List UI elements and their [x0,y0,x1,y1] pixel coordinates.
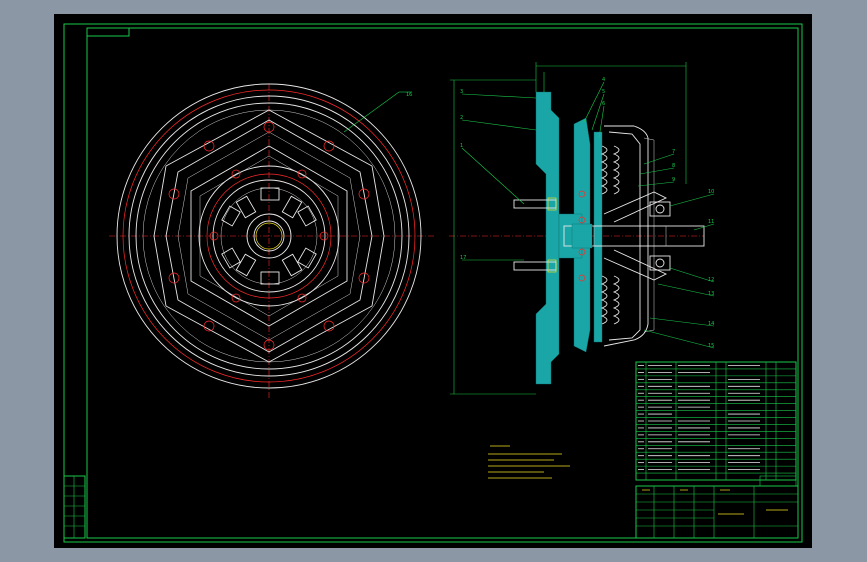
callout-9: 9 [672,177,675,183]
callout-3: 3 [460,89,463,95]
callout-1: 1 [460,143,463,149]
drawing-viewport[interactable]: 3 2 1 17 4 5 6 7 8 9 10 11 12 13 14 15 1… [54,14,812,548]
callout-4: 4 [602,77,605,83]
callout-12: 12 [708,277,714,283]
title-block [635,475,799,539]
drawing-sheet: 3 2 1 17 4 5 6 7 8 9 10 11 12 13 14 15 1… [63,23,803,543]
callout-15: 15 [708,343,714,349]
top-left-tag-box [86,27,130,37]
callout-8: 8 [672,163,675,169]
callout-13: 13 [708,291,714,297]
front-view-pressure-plate [109,83,434,399]
cad-application-frame: 3 2 1 17 4 5 6 7 8 9 10 11 12 13 14 15 1… [0,0,867,562]
callout-labels: 3 2 1 17 4 5 6 7 8 9 10 11 12 13 14 15 1… [406,77,714,349]
callout-5: 5 [602,89,605,95]
callout-17: 17 [460,255,466,261]
callout-6: 6 [602,101,605,107]
parts-list-table [635,361,797,481]
callout-2: 2 [460,115,463,121]
callout-14: 14 [708,321,714,327]
callout-11: 11 [708,219,714,225]
callout-7: 7 [672,149,675,155]
callout-16: 16 [406,92,412,98]
callout-10: 10 [708,189,714,195]
section-view-clutch [449,62,715,395]
left-title-strip [63,475,86,539]
technical-notes [488,445,570,479]
